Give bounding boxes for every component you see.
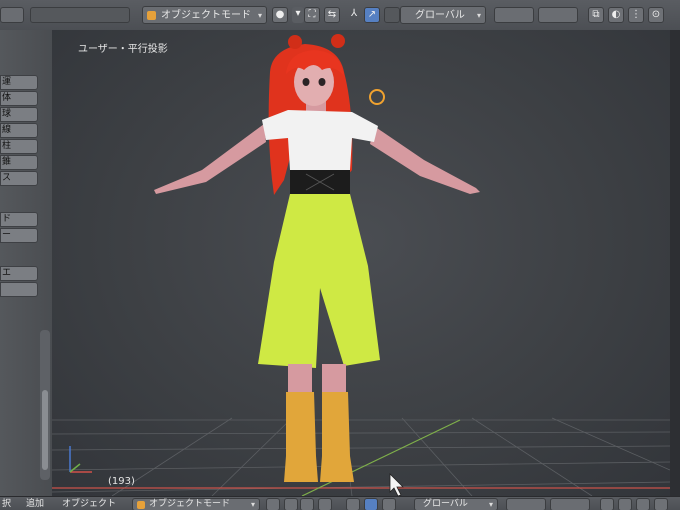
orientation-label: グローバル <box>415 10 465 21</box>
bottom-layer-group-2[interactable] <box>550 498 590 510</box>
interaction-mode-dropdown[interactable]: オブジェクトモード ▾ <box>142 6 267 24</box>
tool-shelf-button[interactable]: 運 <box>0 75 38 90</box>
viewport-scene <box>52 34 670 496</box>
chevron-down-icon: ▾ <box>257 11 262 20</box>
proportional-edit-icon[interactable]: ⊙ <box>648 7 664 23</box>
snap-icon[interactable] <box>636 498 650 510</box>
render-camera-icon[interactable]: ◐ <box>608 7 624 23</box>
menu-add[interactable]: 追加 <box>26 498 44 510</box>
left-arm <box>154 124 266 194</box>
tool-shelf-button[interactable]: 線 <box>0 123 38 138</box>
current-frame-label: (193) <box>108 476 135 487</box>
tool-shelf-button[interactable]: エ <box>0 266 38 281</box>
layer-buttons-group-2[interactable] <box>538 7 578 23</box>
tool-shelf-button[interactable]: 柱 <box>0 139 38 154</box>
3d-cursor <box>369 89 385 105</box>
right-arm <box>370 126 480 194</box>
tool-shelf-button-blank[interactable] <box>0 282 38 297</box>
viewport-bottom-header: 択 追加 オブジェクト オブジェクトモード ▾ グローバル ▾ <box>0 496 680 510</box>
hair-bun-right <box>331 34 345 48</box>
manipulator-toggle-icon[interactable]: ⇆ <box>324 7 340 23</box>
render-camera-icon[interactable] <box>618 498 632 510</box>
wide-pants <box>258 194 380 368</box>
bottom-orientation-dropdown[interactable]: グローバル ▾ <box>414 498 498 510</box>
translate-arrow-icon[interactable]: ↗ <box>364 7 380 23</box>
axis-gizmo-icon[interactable] <box>346 498 360 510</box>
right-eye <box>318 78 326 86</box>
3d-viewport[interactable]: ユーザー・平行投影 (193) <box>52 30 670 496</box>
layer-buttons-group-1[interactable] <box>494 7 534 23</box>
viewport-right-edge <box>670 30 680 496</box>
frame-select-icon[interactable]: ⛶ <box>304 7 320 23</box>
tool-shelf-button[interactable]: ー <box>0 228 38 243</box>
object-mode-cube-icon <box>147 11 156 20</box>
tool-shelf: 運 体 球 線 柱 錐 ス ド ー エ <box>0 30 52 496</box>
header-menu-fragment[interactable] <box>0 7 24 23</box>
bottom-mode-label: オブジェクトモード <box>149 499 231 509</box>
right-boot <box>320 392 354 482</box>
right-shin <box>322 364 346 394</box>
chevron-down-icon: ▾ <box>476 11 481 20</box>
rotate-icon[interactable] <box>382 498 396 510</box>
snap-icon[interactable]: ⋮ <box>628 7 644 23</box>
bottom-orientation-label: グローバル <box>423 499 468 509</box>
bottom-layer-group-1[interactable] <box>506 498 546 510</box>
tool-shelf-button[interactable]: 球 <box>0 107 38 122</box>
shading-dropdown-arrow[interactable] <box>284 498 298 510</box>
shading-sphere-icon[interactable] <box>266 498 280 510</box>
hair-bun-left <box>288 35 302 49</box>
header-menu-area[interactable] <box>30 7 130 23</box>
blender-window: オブジェクトモード ▾ ● ▾ ⛶ ⇆ ⅄ ↗ グローバル ▾ ⧉ ◐ ⋮ ⊙ … <box>0 0 680 510</box>
ground-grid <box>52 417 670 496</box>
translate-arrow-icon[interactable] <box>364 498 378 510</box>
tool-shelf-button[interactable]: ド <box>0 212 38 227</box>
mouse-pointer-icon <box>389 473 404 496</box>
layer-lock-icon[interactable]: ⧉ <box>588 7 604 23</box>
rotate-icon[interactable] <box>384 7 400 23</box>
proportional-edit-icon[interactable] <box>654 498 668 510</box>
menu-select[interactable]: 択 <box>2 498 11 510</box>
left-boot <box>284 392 318 482</box>
chevron-down-icon: ▾ <box>250 500 255 509</box>
axis-gizmo-icon[interactable]: ⅄ <box>346 7 362 23</box>
shading-dropdown-arrow[interactable]: ▾ <box>292 7 304 23</box>
frame-select-icon[interactable] <box>300 498 314 510</box>
viewport-header: オブジェクトモード ▾ ● ▾ ⛶ ⇆ ⅄ ↗ グローバル ▾ ⧉ ◐ ⋮ ⊙ <box>0 0 680 31</box>
scrollbar-thumb[interactable] <box>42 390 48 470</box>
transform-orientation-dropdown[interactable]: グローバル ▾ <box>400 6 486 24</box>
manipulator-toggle-icon[interactable] <box>318 498 332 510</box>
left-eye <box>302 78 310 86</box>
shading-sphere-icon[interactable]: ● <box>272 7 288 23</box>
menu-object[interactable]: オブジェクト <box>62 498 116 510</box>
bottom-mode-dropdown[interactable]: オブジェクトモード ▾ <box>132 498 260 510</box>
left-shin <box>288 364 312 394</box>
tool-shelf-button[interactable]: 体 <box>0 91 38 106</box>
tool-shelf-button[interactable]: ス <box>0 171 38 186</box>
object-mode-cube-icon <box>137 501 145 509</box>
mode-label: オブジェクトモード <box>161 10 251 21</box>
tool-shelf-button[interactable]: 錐 <box>0 155 38 170</box>
character-model <box>154 34 480 482</box>
tool-shelf-scrollbar[interactable] <box>40 330 50 480</box>
chevron-down-icon: ▾ <box>488 500 493 509</box>
layer-lock-icon[interactable] <box>600 498 614 510</box>
